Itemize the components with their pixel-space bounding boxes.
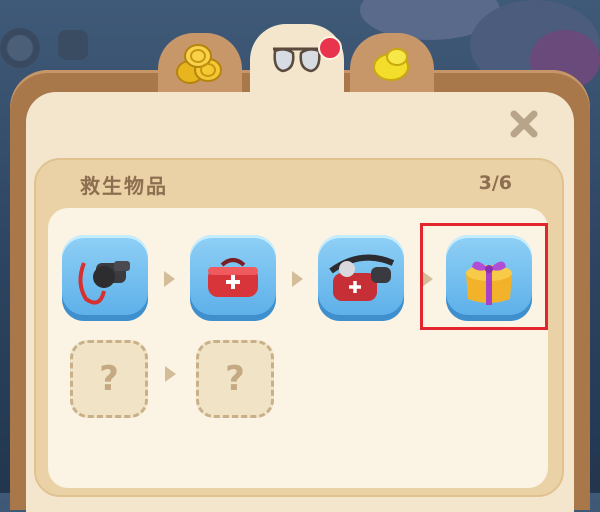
- selected-item-highlight: [420, 223, 548, 330]
- progression-arrow: [292, 271, 303, 287]
- item-whistle[interactable]: [62, 235, 148, 321]
- close-icon: [510, 110, 538, 138]
- unknown-item-icon: ?: [225, 359, 245, 399]
- collection-progress: 3/6: [478, 172, 512, 194]
- item-locked-1[interactable]: ?: [70, 340, 148, 418]
- collection-title: 救生物品: [80, 174, 168, 198]
- notification-badge: [318, 36, 342, 60]
- tab-fruit[interactable]: [350, 33, 434, 93]
- tab-accessories[interactable]: [250, 24, 344, 94]
- first-aid-waist-pack-icon: [329, 254, 395, 301]
- gold-coins-icon: [176, 44, 222, 84]
- item-locked-2[interactable]: ?: [196, 340, 274, 418]
- item-first-aid-bag[interactable]: [190, 235, 276, 321]
- progression-arrow: [165, 366, 176, 382]
- unknown-item-icon: ?: [99, 359, 119, 399]
- whistle-icon: [78, 261, 130, 305]
- lemon-icon: [373, 48, 409, 81]
- first-aid-bag-icon: [208, 258, 258, 297]
- close-button[interactable]: [504, 104, 544, 144]
- progression-arrow: [164, 271, 175, 287]
- tab-coins[interactable]: [158, 33, 242, 93]
- menu-icon[interactable]: [58, 30, 88, 60]
- settings-gear-icon[interactable]: [0, 28, 40, 68]
- item-first-aid-waist-pack[interactable]: [318, 235, 404, 321]
